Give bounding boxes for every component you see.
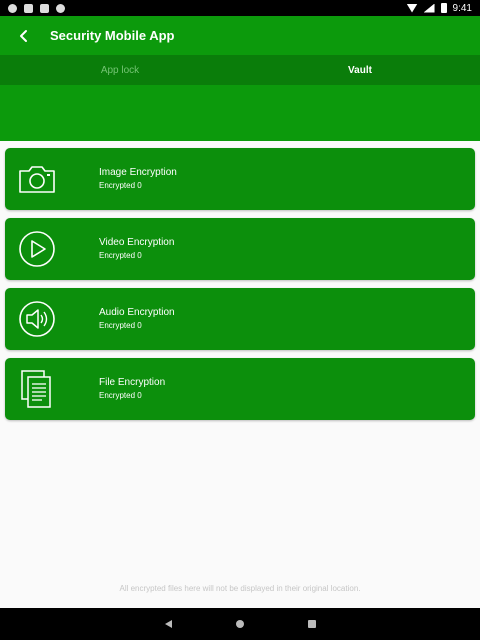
card-count: Encrypted 0: [99, 181, 142, 190]
card-title: Image Encryption: [99, 167, 177, 178]
audio-encryption-card[interactable]: Audio Encryption Encrypted 0: [5, 288, 475, 350]
image-encryption-card[interactable]: Image Encryption Encrypted 0: [5, 148, 475, 210]
app-title: Security Mobile App: [50, 28, 175, 43]
sd-card-icon: [40, 3, 49, 13]
system-nav-bar: [0, 608, 480, 640]
play-icon: [7, 218, 67, 280]
tab-bar: App lock Vault: [0, 55, 480, 85]
speaker-icon: [7, 288, 67, 350]
card-count: Encrypted 0: [99, 391, 142, 400]
card-title: File Encryption: [99, 377, 166, 388]
status-bar: 9:41: [0, 0, 480, 16]
nav-recents-icon[interactable]: [307, 620, 316, 628]
wifi-icon: [406, 3, 418, 13]
tab-app-lock[interactable]: App lock: [0, 55, 240, 85]
battery-icon: [440, 3, 447, 13]
system-icons: 9:41: [406, 2, 472, 14]
tab-vault[interactable]: Vault: [240, 55, 480, 85]
nav-home-icon[interactable]: [235, 620, 244, 628]
camera-icon: [7, 148, 67, 210]
notification-icon: [8, 3, 17, 13]
status-time: 9:41: [452, 2, 472, 14]
card-count: Encrypted 0: [99, 321, 142, 330]
file-encryption-card[interactable]: File Encryption Encrypted 0: [5, 358, 475, 420]
app-bar: Security Mobile App: [0, 16, 480, 55]
chevron-left-icon: [20, 29, 27, 42]
card-count: Encrypted 0: [99, 251, 142, 260]
card-title: Audio Encryption: [99, 307, 175, 318]
document-icon: [7, 358, 67, 420]
card-title: Video Encryption: [99, 237, 175, 248]
sync-icon: [56, 3, 65, 13]
nav-back-icon[interactable]: [164, 620, 172, 628]
header-banner: [0, 85, 480, 141]
notification-icons: [8, 3, 65, 13]
footer-note: All encrypted files here will not be dis…: [119, 584, 361, 593]
signal-icon: [423, 3, 435, 13]
video-encryption-card[interactable]: Video Encryption Encrypted 0: [5, 218, 475, 280]
back-arrow-icon[interactable]: [4, 16, 44, 55]
encryption-list: Image Encryption Encrypted 0 Video Encry…: [5, 148, 475, 428]
notification-icon: [24, 3, 33, 13]
